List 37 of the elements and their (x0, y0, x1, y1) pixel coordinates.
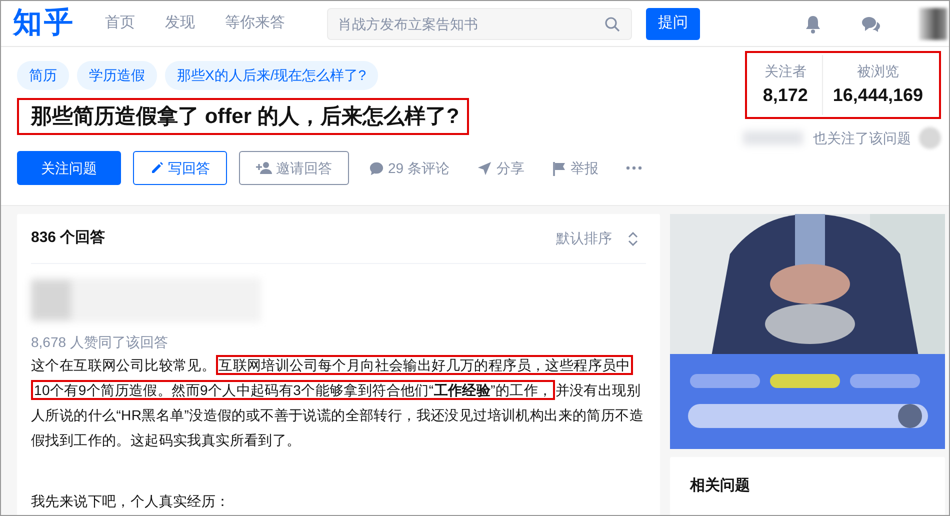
comment-icon (369, 160, 384, 176)
logo[interactable]: 知乎 (13, 9, 75, 38)
stat-value: 8,172 (762, 84, 808, 107)
stat-label: 关注者 (763, 62, 808, 81)
action-button[interactable]: 分享 (469, 151, 532, 186)
action-button[interactable]: 邀请回答 (239, 151, 349, 186)
flag-icon (552, 160, 566, 176)
answer-count: 836 个回答 (31, 228, 106, 248)
add-person-icon (256, 161, 272, 176)
sort-icon (628, 232, 638, 246)
avatar[interactable] (919, 8, 947, 40)
search-icon[interactable] (604, 16, 620, 32)
action-button[interactable]: 关注问题 (17, 151, 121, 186)
action-button[interactable]: 写回答 (133, 151, 227, 186)
topic-tag[interactable]: 那些X的人后来/现在怎么样了? (165, 61, 378, 90)
pencil-icon (150, 161, 164, 176)
action-button[interactable]: 举报 (544, 151, 606, 186)
related-title: 相关问题 (690, 476, 750, 496)
stat-value: 16,444,169 (832, 84, 923, 107)
nav-link[interactable]: 等你来答 (225, 12, 285, 35)
topic-tag[interactable]: 简历 (17, 61, 69, 90)
stat-label: 被浏览 (856, 62, 900, 81)
follow-note: 也关注了该问题 (813, 128, 911, 148)
question-title: 那些简历造假拿了 offer 的人，后来怎么样了? (17, 98, 470, 136)
topic-tag[interactable]: 学历造假 (77, 61, 157, 90)
bell-icon[interactable] (803, 14, 823, 34)
vote-count: 8,678 人赞同了该回答 (31, 333, 169, 352)
nav-link[interactable]: 首页 (105, 12, 135, 35)
paper-plane-icon (477, 160, 492, 176)
search-field[interactable]: 肖战方发布立案告知书 (327, 8, 632, 40)
more-icon (626, 166, 642, 170)
answer-paragraph: 我先来说下吧，个人真实经历： (31, 492, 231, 511)
answer-paragraph: 这个在互联网公司比较常见。 互联网培训公司每个月向社会输出好几万的程序员，这些程序员中10个有9个简历造假。然而9个人中起码有3个能够拿到符合他们“工作经验”的工作， 并没有出现别人所说的什么“HR黑名单”没造假的或不善于说谎的全部转行，我还没见过培训机构出来的简历不造假找到工作的。这起码实我真实所看到了。 (31, 354, 645, 450)
ask-button[interactable]: 提问 (646, 8, 700, 40)
sort-button[interactable]: 默认排序 (548, 228, 646, 249)
nav-link[interactable]: 发现 (165, 12, 195, 35)
action-button[interactable]: 29 条评论 (361, 151, 458, 186)
